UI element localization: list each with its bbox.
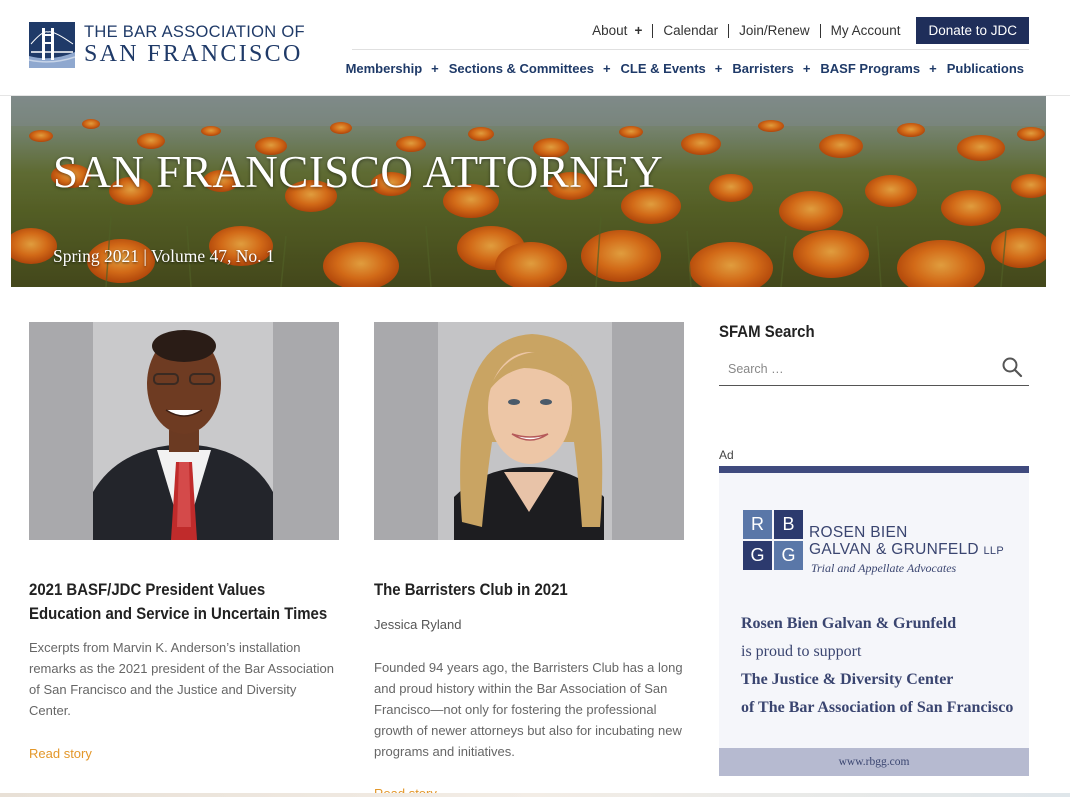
plus-icon: + <box>602 61 611 76</box>
nav-cle-events[interactable]: CLE & Events + <box>621 61 723 76</box>
site-logo[interactable]: THE BAR ASSOCIATION OF SAN FRANCISCO <box>29 22 305 68</box>
brand-line2: SAN FRANCISCO <box>84 41 303 68</box>
ad-firm-name: ROSEN BIEN GALVAN & GRUNFELD LLP <box>809 524 1004 558</box>
article-title[interactable]: The Barristers Club in 2021 <box>374 578 684 602</box>
article-card: The Barristers Club in 2021 Jessica Ryla… <box>374 322 684 797</box>
site-header: THE BAR ASSOCIATION OF SAN FRANCISCO Abo… <box>0 0 1070 96</box>
topnav-join-renew[interactable]: Join/Renew <box>729 23 820 38</box>
nav-divider <box>352 49 1029 50</box>
ad-message-line: is proud to support <box>741 643 862 660</box>
brand-line1: THE BAR ASSOCIATION OF <box>84 22 305 41</box>
plus-icon: + <box>802 61 811 76</box>
plus-icon: + <box>431 61 439 76</box>
nav-basf-programs[interactable]: BASF Programs + <box>820 61 936 76</box>
nav-membership[interactable]: Membership + <box>346 61 439 76</box>
ad-tagline: Trial and Appellate Advocates <box>811 561 957 575</box>
article-title[interactable]: 2021 BASF/JDC President Values Education… <box>29 578 339 626</box>
main-nav: Membership + Sections & Committees + CLE &… <box>336 61 1024 76</box>
logo-letter: G <box>750 545 765 565</box>
logo-letter: B <box>782 514 795 534</box>
article-excerpt: Founded 94 years ago, the Barristers Clu… <box>374 660 683 759</box>
portrait-image <box>374 322 684 540</box>
search-input[interactable] <box>719 358 989 380</box>
logo-letter: R <box>751 514 764 534</box>
ad-message-line: of The Bar Association of San Francisco <box>741 699 1014 716</box>
plus-icon: + <box>634 23 643 38</box>
search-widget-title: SFAM Search <box>719 322 815 341</box>
golden-gate-bridge-icon <box>29 22 75 68</box>
sidebar: SFAM Search Ad R B G G ROSEN BIEN GALVAN… <box>719 322 1029 776</box>
article-card: 2021 BASF/JDC President Values Education… <box>29 322 339 782</box>
topnav-my-account[interactable]: My Account <box>821 23 911 38</box>
topnav-calendar[interactable]: Calendar <box>653 23 728 38</box>
donate-button[interactable]: Donate to JDC <box>916 17 1029 44</box>
ad-label: Ad <box>719 448 734 462</box>
nav-sections-committees[interactable]: Sections & Committees + <box>449 61 611 76</box>
topnav-about[interactable]: About + <box>582 23 652 38</box>
utility-nav: About + Calendar Join/Renew My Account Do… <box>582 17 1029 44</box>
ad-message-line: Rosen Bien Galvan & Grunfeld <box>741 615 957 632</box>
article-excerpt: Excerpts from Marvin K. Anderson’s insta… <box>29 640 334 718</box>
hero-banner: SAN FRANCISCO ATTORNEY Spring 2021 | Vol… <box>11 96 1046 287</box>
issue-subtitle: Spring 2021 | Volume 47, No. 1 <box>53 246 275 266</box>
nav-publications[interactable]: Publications <box>947 61 1024 76</box>
article-photo[interactable] <box>374 322 684 540</box>
ad-message-line: The Justice & Diversity Center <box>741 671 954 688</box>
read-story-link[interactable]: Read story <box>29 746 92 761</box>
logo-letter: G <box>781 545 796 565</box>
plus-icon: + <box>929 61 937 76</box>
article-author: Jessica Ryland <box>374 617 462 632</box>
ad-url[interactable]: www.rbgg.com <box>719 748 1029 776</box>
article-photo[interactable] <box>29 322 339 540</box>
footer-edge <box>0 793 1070 797</box>
search-form <box>719 352 1029 386</box>
publication-title: SAN FRANCISCO ATTORNEY <box>53 147 664 197</box>
nav-barristers[interactable]: Barristers + <box>732 61 810 76</box>
advertisement[interactable]: R B G G ROSEN BIEN GALVAN & GRUNFELD LLP… <box>719 466 1029 776</box>
portrait-image <box>29 322 339 540</box>
search-icon[interactable] <box>1001 356 1023 378</box>
plus-icon: + <box>714 61 723 76</box>
